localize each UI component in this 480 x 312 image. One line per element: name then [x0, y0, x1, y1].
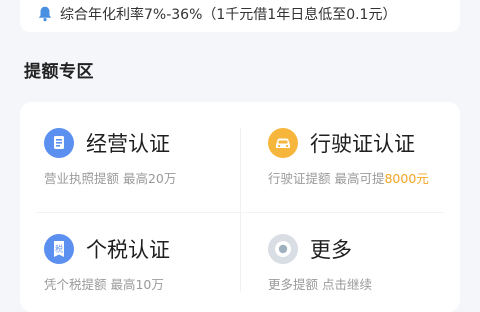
item-subtitle: 更多提额 点击继续: [268, 277, 372, 292]
limit-increase-panel: 经营认证 营业执照提额 最高20万 行驶证认证 行驶证提额 最高可提8000元 …: [20, 102, 460, 312]
rate-notice-text: 综合年化利率7%-36%（1千元借1年日息低至0.1元）: [60, 7, 397, 23]
business-certification-item[interactable]: 经营认证 营业执照提额 最高20万: [20, 102, 230, 186]
item-title: 行驶证认证: [310, 132, 415, 156]
max-amount-highlight: 8000元: [384, 171, 429, 186]
svg-text:税: 税: [55, 244, 63, 254]
car-icon: [268, 128, 298, 158]
section-title: 提额专区: [24, 62, 94, 82]
item-subtitle: 行驶证提额 最高可提8000元: [268, 171, 429, 186]
vehicle-license-certification-item[interactable]: 行驶证认证 行驶证提额 最高可提8000元: [244, 102, 454, 186]
more-icon: [268, 234, 298, 264]
tax-icon: 税: [44, 234, 74, 264]
rate-notice: 综合年化利率7%-36%（1千元借1年日息低至0.1元）: [36, 4, 396, 24]
divider: [240, 128, 241, 292]
document-icon: [44, 128, 74, 158]
item-title: 经营认证: [86, 132, 170, 156]
item-title: 个税认证: [86, 238, 170, 262]
income-tax-certification-item[interactable]: 税 个税认证 凭个税提额 最高10万: [20, 208, 230, 292]
rate-notice-card: 综合年化利率7%-36%（1千元借1年日息低至0.1元）: [20, 0, 460, 32]
item-title: 更多: [310, 238, 352, 262]
bell-icon: [38, 6, 52, 22]
item-subtitle: 营业执照提额 最高20万: [44, 171, 177, 186]
item-subtitle: 凭个税提额 最高10万: [44, 277, 164, 292]
more-item[interactable]: 更多 更多提额 点击继续: [244, 208, 454, 292]
